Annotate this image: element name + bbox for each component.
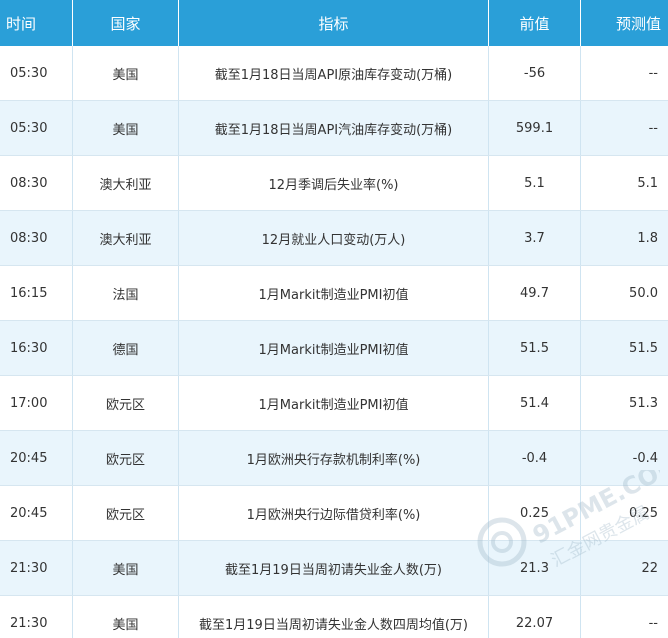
cell-indicator: 截至1月18日当周API原油库存变动(万桶) xyxy=(179,46,489,100)
cell-indicator: 1月Markit制造业PMI初值 xyxy=(179,266,489,320)
cell-country: 美国 xyxy=(73,541,179,595)
cell-forecast: -- xyxy=(648,120,658,136)
table-body: 05:30 美国 截至1月18日当周API原油库存变动(万桶) -56 -- 05:30 美… xyxy=(0,46,668,638)
cell-previous: 5.1 xyxy=(489,156,581,210)
cell-indicator: 1月欧洲央行存款机制利率(%) xyxy=(179,431,489,485)
cell-indicator: 12月季调后失业率(%) xyxy=(179,156,489,210)
table-row[interactable]: 20:45 欧元区 1月欧洲央行边际借贷利率(%) 0.25 0.25 xyxy=(0,486,668,541)
cell-country: 美国 xyxy=(73,101,179,155)
economic-calendar-table: 时间 国家 指标 前值 预测值 05:30 美国 截至1月18日当周API原油库存变… xyxy=(0,0,668,638)
cell-forecast: 51.5 xyxy=(629,340,658,356)
cell-time: 05:30 xyxy=(0,46,73,100)
cell-country: 美国 xyxy=(73,46,179,100)
cell-previous: 22.07 xyxy=(489,596,581,638)
header-forecast[interactable]: 预测值 xyxy=(581,0,668,46)
cell-indicator: 1月欧洲央行边际借贷利率(%) xyxy=(179,486,489,540)
table-row[interactable]: 16:30 德国 1月Markit制造业PMI初值 51.5 51.5 xyxy=(0,321,668,376)
cell-time: 08:30 xyxy=(0,211,73,265)
cell-time: 08:30 xyxy=(0,156,73,210)
cell-forecast: 50.0 xyxy=(629,285,658,301)
header-country[interactable]: 国家 xyxy=(73,0,179,46)
cell-indicator: 截至1月19日当周初请失业金人数(万) xyxy=(179,541,489,595)
cell-time: 16:15 xyxy=(0,266,73,320)
cell-forecast: 51.3 xyxy=(629,395,658,411)
table-row[interactable]: 08:30 澳大利亚 12月季调后失业率(%) 5.1 5.1 xyxy=(0,156,668,211)
cell-forecast: -- xyxy=(648,65,658,81)
cell-previous: 21.3 xyxy=(489,541,581,595)
cell-indicator: 截至1月18日当周API汽油库存变动(万桶) xyxy=(179,101,489,155)
cell-forecast: -0.4 xyxy=(632,450,658,466)
table-row[interactable]: 21:30 美国 截至1月19日当周初请失业金人数(万) 21.3 22 xyxy=(0,541,668,596)
cell-time: 20:45 xyxy=(0,431,73,485)
cell-previous: -0.4 xyxy=(489,431,581,485)
cell-previous: 3.7 xyxy=(489,211,581,265)
table-row[interactable]: 05:30 美国 截至1月18日当周API原油库存变动(万桶) -56 -- xyxy=(0,46,668,101)
cell-time: 16:30 xyxy=(0,321,73,375)
cell-previous: 0.25 xyxy=(489,486,581,540)
cell-country: 澳大利亚 xyxy=(73,156,179,210)
cell-previous: 599.1 xyxy=(489,101,581,155)
header-time[interactable]: 时间 xyxy=(0,0,73,46)
cell-previous: 51.5 xyxy=(489,321,581,375)
cell-country: 法国 xyxy=(73,266,179,320)
cell-forecast: 0.25 xyxy=(629,505,658,521)
header-indicator[interactable]: 指标 xyxy=(179,0,489,46)
cell-time: 17:00 xyxy=(0,376,73,430)
cell-country: 欧元区 xyxy=(73,431,179,485)
cell-forecast: 5.1 xyxy=(637,175,658,191)
cell-indicator: 截至1月19日当周初请失业金人数四周均值(万) xyxy=(179,596,489,638)
cell-previous: -56 xyxy=(489,46,581,100)
table-row[interactable]: 05:30 美国 截至1月18日当周API汽油库存变动(万桶) 599.1 -- xyxy=(0,101,668,156)
table-header: 时间 国家 指标 前值 预测值 xyxy=(0,0,668,46)
cell-time: 05:30 xyxy=(0,101,73,155)
cell-indicator: 1月Markit制造业PMI初值 xyxy=(179,321,489,375)
cell-country: 美国 xyxy=(73,596,179,638)
cell-indicator: 12月就业人口变动(万人) xyxy=(179,211,489,265)
cell-country: 德国 xyxy=(73,321,179,375)
header-previous[interactable]: 前值 xyxy=(489,0,581,46)
table-row[interactable]: 16:15 法国 1月Markit制造业PMI初值 49.7 50.0 xyxy=(0,266,668,321)
cell-country: 澳大利亚 xyxy=(73,211,179,265)
cell-time: 20:45 xyxy=(0,486,73,540)
cell-country: 欧元区 xyxy=(73,376,179,430)
cell-previous: 51.4 xyxy=(489,376,581,430)
cell-forecast: -- xyxy=(648,615,658,631)
cell-time: 21:30 xyxy=(0,541,73,595)
table-row[interactable]: 20:45 欧元区 1月欧洲央行存款机制利率(%) -0.4 -0.4 xyxy=(0,431,668,486)
cell-time: 21:30 xyxy=(0,596,73,638)
table-row[interactable]: 17:00 欧元区 1月Markit制造业PMI初值 51.4 51.3 xyxy=(0,376,668,431)
cell-forecast: 1.8 xyxy=(637,230,658,246)
table-row[interactable]: 21:30 美国 截至1月19日当周初请失业金人数四周均值(万) 22.07 -- xyxy=(0,596,668,638)
cell-indicator: 1月Markit制造业PMI初值 xyxy=(179,376,489,430)
cell-forecast: 22 xyxy=(641,560,658,576)
table-row[interactable]: 08:30 澳大利亚 12月就业人口变动(万人) 3.7 1.8 xyxy=(0,211,668,266)
cell-country: 欧元区 xyxy=(73,486,179,540)
cell-previous: 49.7 xyxy=(489,266,581,320)
